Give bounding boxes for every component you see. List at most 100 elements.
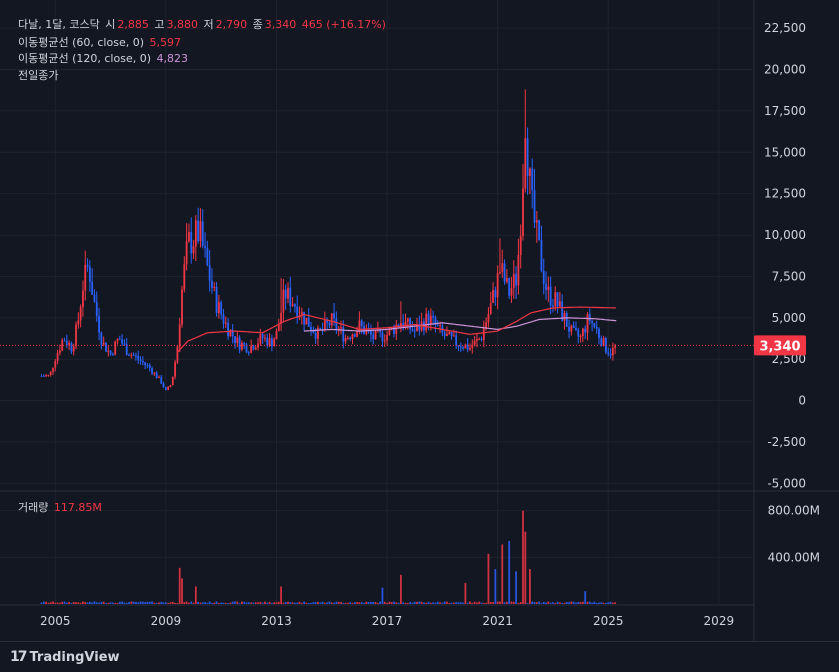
time-tick-label: 2025 bbox=[593, 614, 624, 628]
candle-body bbox=[409, 318, 411, 330]
volume-bar bbox=[351, 602, 354, 604]
volume-bar bbox=[556, 601, 559, 604]
volume-bar bbox=[342, 602, 345, 604]
volume-bar bbox=[575, 602, 577, 604]
candle-body bbox=[429, 315, 432, 325]
candle-body bbox=[602, 338, 605, 346]
candle-body bbox=[563, 312, 566, 321]
volume-bar bbox=[526, 603, 529, 604]
candle-body bbox=[353, 334, 356, 337]
volume-bar bbox=[243, 601, 246, 604]
volume-bar bbox=[47, 602, 50, 604]
prev-close-legend[interactable]: 전일종가 bbox=[18, 68, 60, 84]
close-value: 3,340 bbox=[264, 18, 297, 31]
price-tick-label: 15,000 bbox=[764, 145, 806, 159]
candle-body bbox=[505, 278, 508, 282]
candle-body bbox=[247, 352, 250, 354]
volume-legend[interactable]: 거래량 117.85M bbox=[18, 500, 104, 516]
volume-bar bbox=[264, 601, 266, 604]
volume-bar bbox=[487, 553, 490, 604]
candle-body bbox=[148, 364, 151, 369]
volume-bar bbox=[130, 601, 133, 604]
candle-body bbox=[568, 326, 570, 332]
volume-bar bbox=[98, 602, 100, 604]
volume-bar bbox=[314, 601, 317, 604]
volume-bar bbox=[552, 602, 554, 604]
volume-bar bbox=[365, 601, 368, 604]
volume-bar bbox=[586, 601, 589, 604]
volume-bar bbox=[128, 602, 130, 604]
candle-body bbox=[86, 264, 89, 267]
volume-bar bbox=[584, 591, 587, 604]
volume-bar bbox=[478, 601, 481, 604]
last-price-tag-label: 3,340 bbox=[759, 339, 800, 354]
candle-body bbox=[114, 341, 117, 355]
candle-body bbox=[289, 287, 292, 306]
candle-body bbox=[478, 339, 481, 341]
price-tick-label: 7,500 bbox=[772, 269, 806, 283]
volume-bar bbox=[492, 602, 494, 604]
candle-body bbox=[446, 333, 448, 336]
volume-bar bbox=[284, 601, 287, 604]
candle-body bbox=[607, 352, 610, 354]
volume-bar bbox=[257, 602, 259, 604]
candle-body bbox=[413, 330, 416, 332]
candle-body bbox=[130, 354, 133, 356]
volume-bar bbox=[411, 602, 414, 604]
volume-bar bbox=[598, 602, 600, 604]
volume-bar bbox=[581, 601, 584, 604]
volume-bar bbox=[224, 602, 227, 604]
candle-body bbox=[482, 328, 485, 341]
volume-bar bbox=[194, 586, 197, 604]
ma60-legend[interactable]: 이동평균선 (60, close, 0) 5,597 bbox=[18, 35, 183, 51]
volume-bar bbox=[222, 602, 225, 604]
volume-bar bbox=[298, 601, 301, 604]
volume-bar bbox=[114, 603, 117, 604]
candle-body bbox=[439, 325, 441, 327]
volume-bar bbox=[425, 602, 428, 604]
volume-bar bbox=[464, 583, 467, 604]
volume-bar bbox=[402, 602, 405, 604]
chart-canvas[interactable]: 22,500 20,000 17,500 15,000 12,500 10,000 7,50… bbox=[0, 0, 839, 641]
volume-bar bbox=[538, 601, 541, 604]
candle-body bbox=[52, 367, 54, 372]
volume-bar bbox=[185, 601, 188, 604]
volume-bar bbox=[141, 601, 144, 604]
candle-body bbox=[556, 292, 559, 307]
tradingview-logo[interactable]: 17 TradingView bbox=[10, 649, 120, 665]
volume-bar bbox=[372, 601, 375, 604]
candle-body bbox=[296, 306, 299, 318]
volume-bar bbox=[611, 602, 614, 604]
volume-bar bbox=[56, 602, 59, 604]
volume-bar bbox=[376, 602, 379, 604]
volume-bar bbox=[310, 602, 312, 604]
volume-bar bbox=[82, 601, 84, 604]
volume-bar bbox=[374, 602, 377, 604]
ma120-legend[interactable]: 이동평균선 (120, close, 0) 4,823 bbox=[18, 51, 190, 67]
price-tick-label: -5,000 bbox=[767, 476, 806, 490]
volume-bar bbox=[236, 601, 239, 604]
candle-body bbox=[529, 168, 531, 176]
volume-bar bbox=[448, 603, 451, 604]
candle-body bbox=[132, 354, 135, 356]
candle-body bbox=[111, 354, 114, 356]
candle-body bbox=[549, 286, 552, 306]
candle-body bbox=[287, 287, 289, 299]
candle-body bbox=[105, 342, 107, 352]
chart-frame[interactable]: 22,500 20,000 17,500 15,000 12,500 10,000 7,50… bbox=[0, 0, 839, 641]
candle-body bbox=[333, 313, 335, 319]
volume-bar bbox=[455, 602, 458, 604]
volume-bar bbox=[436, 601, 439, 604]
candle-body bbox=[185, 241, 188, 265]
candle-body bbox=[294, 304, 296, 307]
candle-body bbox=[372, 334, 375, 340]
volume-bar bbox=[439, 602, 441, 604]
volume-bar bbox=[420, 601, 423, 604]
volume-value: 117.85M bbox=[53, 501, 102, 514]
candle-body bbox=[227, 322, 229, 337]
volume-bar bbox=[178, 567, 181, 604]
candle-body bbox=[581, 328, 584, 336]
volume-bar bbox=[383, 601, 386, 604]
candle-body bbox=[476, 339, 478, 341]
volume-bar bbox=[95, 602, 98, 604]
